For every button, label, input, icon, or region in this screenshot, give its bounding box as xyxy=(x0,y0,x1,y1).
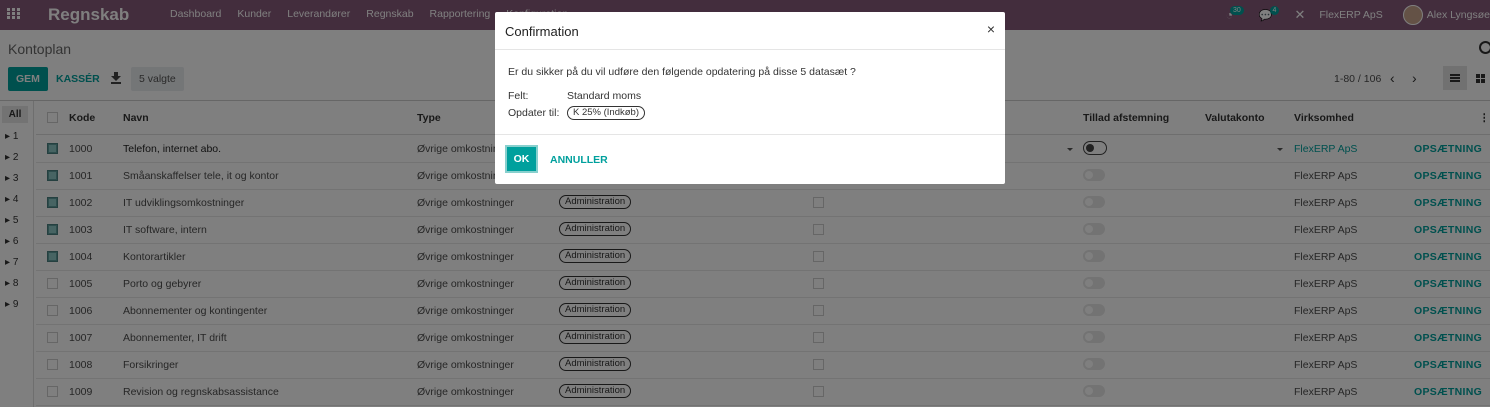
ok-button[interactable]: OK xyxy=(507,147,536,171)
field-label: Felt: xyxy=(508,90,529,102)
dialog-question: Er du sikker på du vil udføre den følgen… xyxy=(508,66,856,78)
close-icon[interactable]: × xyxy=(987,21,995,37)
dialog-divider xyxy=(495,134,1005,135)
update-value-tag: K 25% (Indkøb) xyxy=(567,106,645,120)
confirmation-dialog: Confirmation × Er du sikker på du vil ud… xyxy=(495,12,1005,184)
dialog-title: Confirmation xyxy=(505,24,579,39)
dialog-divider xyxy=(495,49,1005,50)
field-value: Standard moms xyxy=(567,90,642,102)
update-label: Opdater til: xyxy=(508,107,560,119)
cancel-button[interactable]: ANNULLER xyxy=(550,154,608,166)
